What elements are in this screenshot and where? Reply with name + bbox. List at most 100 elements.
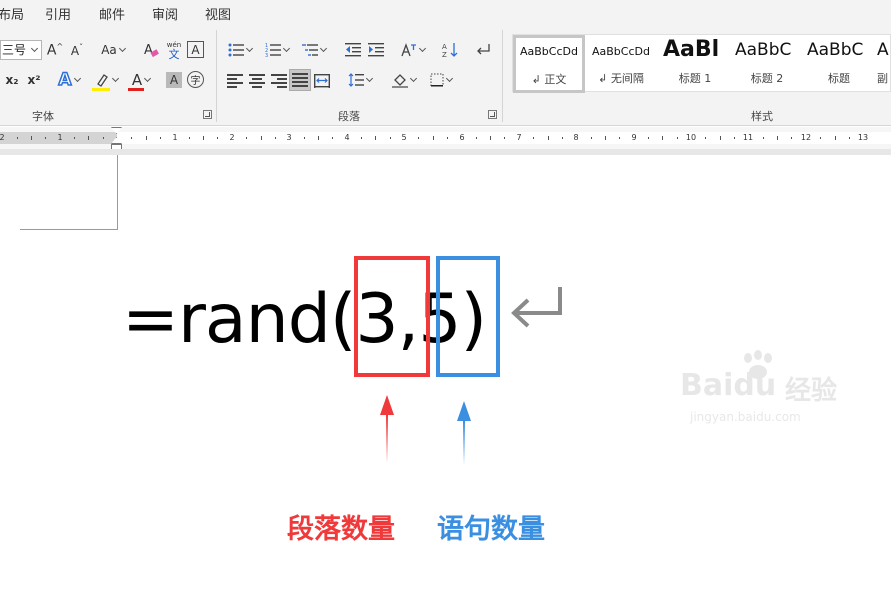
character-shading-button[interactable]: A (166, 72, 182, 88)
ruler-tick (791, 137, 793, 139)
chinese-layout-button[interactable] (397, 40, 429, 60)
align-right-icon (271, 74, 287, 88)
ruler-tick (762, 137, 764, 139)
ruler-tick (475, 137, 477, 139)
ruler-number: 3 (286, 133, 292, 142)
align-center-button[interactable] (248, 72, 266, 90)
ruler-number: 7 (516, 133, 522, 142)
style-sample: AaBl (663, 37, 720, 62)
ruler-tick (561, 137, 563, 139)
styles-group-label: 样式 (751, 110, 773, 123)
align-right-button[interactable] (270, 72, 288, 90)
paragraph-count-highlight (354, 256, 430, 377)
tab-mailings[interactable]: 邮件 (99, 4, 125, 23)
ruler-tick (332, 137, 334, 139)
bullet-list-icon (228, 43, 244, 57)
grow-font-button[interactable]: A^ (46, 40, 64, 60)
style-subtitle[interactable]: A 副 (875, 35, 891, 93)
distributed-button[interactable] (313, 72, 331, 90)
enclose-characters-button[interactable]: 字 (187, 71, 204, 88)
ruler-tick (432, 136, 434, 140)
sentence-count-caption: 语句数量 (437, 514, 545, 545)
font-color-button[interactable]: A (126, 69, 156, 91)
numbered-list-icon: 1 2 3 (265, 43, 281, 57)
show-marks-button[interactable] (473, 40, 493, 60)
style-heading-2[interactable]: AaBbC 标题 2 (731, 35, 803, 93)
tab-review[interactable]: 审阅 (152, 4, 178, 23)
highlighter-icon (97, 74, 108, 87)
multilevel-list-button[interactable] (298, 40, 330, 60)
shading-button[interactable] (388, 70, 420, 90)
style-name: 标题 1 (678, 72, 712, 85)
style-heading-1[interactable]: AaBl 标题 1 (659, 35, 731, 93)
font-dialog-launcher-icon[interactable] (203, 110, 212, 119)
clear-format-icon: A (144, 43, 159, 58)
rand-formula-text[interactable]: =rand(3,5) (122, 276, 487, 364)
ruler-tick (504, 137, 506, 139)
style-sample: A (877, 40, 889, 60)
bullets-button[interactable] (224, 40, 256, 60)
ruler-number: 10 (685, 133, 697, 142)
ruler-tick (375, 136, 377, 140)
ruler-number: 5 (401, 133, 407, 142)
style-normal[interactable]: AaBbCcDd ↲ 正文 (513, 35, 585, 93)
align-left-button[interactable] (226, 72, 244, 90)
ruler-number: 8 (573, 133, 579, 142)
text-effects-button[interactable]: A (55, 69, 83, 91)
style-title[interactable]: AaBbC 标题 (803, 35, 875, 93)
borders-icon (430, 73, 444, 87)
watermark-brand-cn: 经验 (785, 376, 838, 406)
ruler-tick (260, 136, 262, 140)
change-case-button[interactable]: Aa (96, 40, 130, 60)
clear-formatting-button[interactable]: A (141, 40, 161, 60)
font-group-label: 字体 (32, 110, 54, 123)
sort-icon: A Z (442, 43, 458, 58)
decrease-indent-button[interactable] (343, 40, 363, 60)
ruler-tick (360, 137, 362, 139)
tab-references[interactable]: 引用 (45, 4, 71, 23)
ruler-tick (777, 136, 779, 140)
subscript-button[interactable]: x₂ (4, 70, 20, 90)
increase-indent-button[interactable] (366, 40, 386, 60)
style-name: 副 (877, 72, 888, 85)
horizontal-ruler[interactable]: 2 1 1 2 3 4 5 6 7 8 9 10 11 12 13 (0, 127, 891, 150)
style-name: 标题 2 (750, 72, 784, 85)
ruler-tick (160, 137, 162, 139)
ruler-tick (662, 136, 664, 140)
ruler-tick (418, 137, 420, 139)
font-color-icon: A (131, 71, 143, 89)
borders-button[interactable] (425, 70, 457, 90)
tab-view[interactable]: 视图 (205, 4, 231, 23)
paragraph-count-caption: 段落数量 (287, 514, 395, 545)
superscript-button[interactable]: x² (26, 70, 42, 90)
decrease-indent-icon (345, 43, 361, 57)
character-border-button[interactable]: A (187, 41, 204, 58)
sentence-count-highlight (436, 256, 500, 377)
justify-button[interactable] (289, 69, 311, 91)
line-spacing-button[interactable] (343, 70, 377, 90)
ruler-tick (217, 137, 219, 139)
font-size-select[interactable]: 三号 (0, 40, 42, 60)
ruler-tick (447, 137, 449, 139)
svg-text:A: A (442, 43, 447, 51)
phonetic-guide-button[interactable]: wén 文 (164, 38, 184, 62)
align-center-icon (249, 74, 265, 88)
shrink-font-icon: Aˇ (70, 42, 84, 58)
margin-corner-mark (20, 229, 118, 230)
numbering-button[interactable]: 1 2 3 (261, 40, 293, 60)
tab-layout[interactable]: 布局 (0, 4, 24, 23)
paragraph-dialog-launcher-icon[interactable] (488, 110, 497, 119)
ruler-tick (490, 136, 492, 140)
ruler-tick (274, 137, 276, 139)
align-left-icon (227, 74, 243, 88)
ruler-tick (303, 137, 305, 139)
highlight-color-button[interactable] (90, 69, 122, 91)
sort-button[interactable]: A Z (440, 40, 460, 60)
paragraph-return-icon (511, 287, 562, 328)
ruler-number: 6 (459, 133, 465, 142)
ribbon: 三号 A^ Aˇ Aa A wén 文 A x₂ x² A A A 字 字体 1… (0, 24, 891, 126)
justify-icon (292, 73, 308, 87)
grow-font-icon: A^ (46, 41, 64, 59)
shrink-font-button[interactable]: Aˇ (68, 40, 86, 60)
style-no-spacing[interactable]: AaBbCcDd ↲ 无间隔 (585, 35, 657, 93)
